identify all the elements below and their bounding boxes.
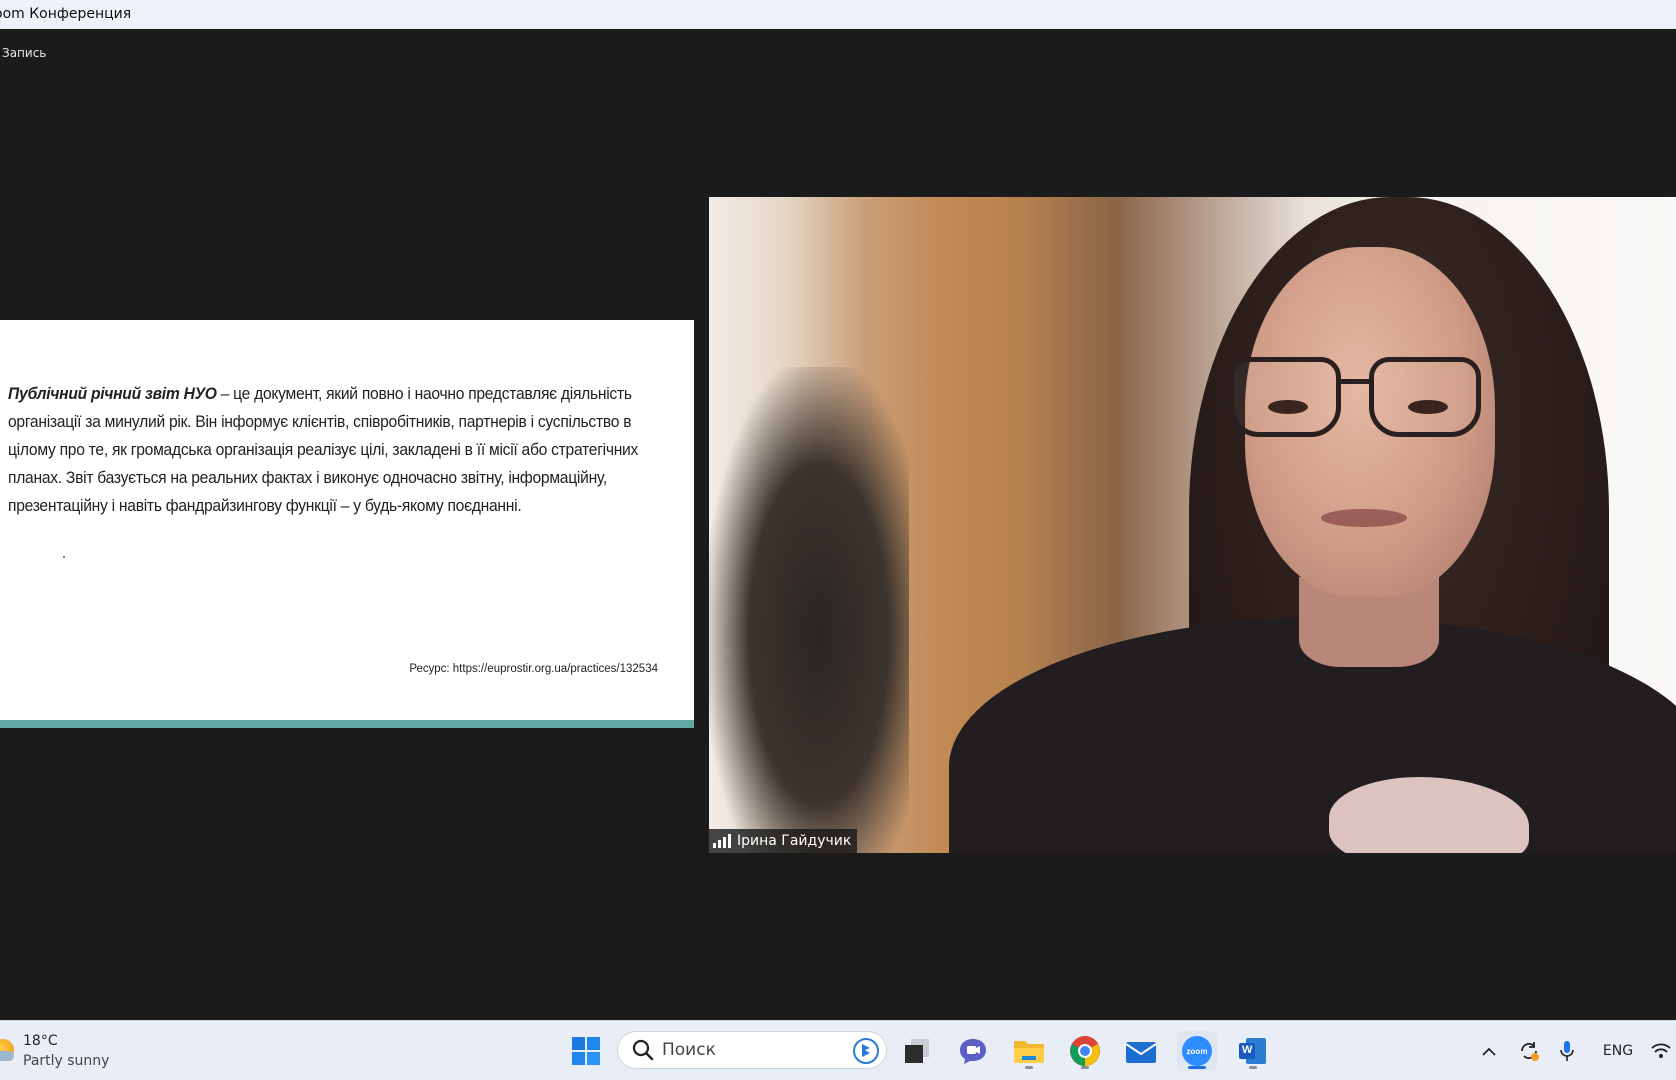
chat-icon xyxy=(960,1039,986,1064)
eye-right xyxy=(1408,400,1448,414)
glasses-lens-left xyxy=(1229,357,1341,437)
glasses-lens-right xyxy=(1369,357,1481,437)
show-hidden-icons-button[interactable] xyxy=(1474,1031,1504,1071)
video-person-glasses xyxy=(1229,357,1489,447)
participant-name-tag: Ірина Гайдучик xyxy=(709,829,858,853)
search-input[interactable] xyxy=(662,1040,842,1060)
microphone-icon xyxy=(1560,1041,1574,1061)
signal-strength-icon xyxy=(713,834,731,848)
chrome-icon xyxy=(1070,1036,1100,1066)
language-indicator[interactable]: ENG xyxy=(1593,1031,1643,1071)
wifi-icon xyxy=(1651,1043,1671,1058)
meeting-area: Запись Публічний річний звіт НУО – це до… xyxy=(0,29,1676,1020)
zoom-icon-label: zoom xyxy=(1186,1046,1208,1056)
slide-source: Ресурс: https://euprostir.org.ua/practic… xyxy=(409,663,658,675)
weather-temp: 18°C xyxy=(23,1033,58,1049)
chevron-up-icon xyxy=(1482,1047,1496,1056)
window-title: oom Конференция xyxy=(0,6,132,22)
weather-desc: Partly sunny xyxy=(23,1053,110,1069)
slide-text: Публічний річний звіт НУО – це документ,… xyxy=(8,380,669,520)
task-view-button[interactable] xyxy=(897,1031,937,1071)
video-person-mouth xyxy=(1321,509,1407,527)
folder-icon xyxy=(1014,1041,1044,1063)
microphone-button[interactable] xyxy=(1553,1031,1581,1071)
sync-status-button[interactable] xyxy=(1512,1031,1546,1071)
search-icon xyxy=(632,1039,654,1061)
start-button[interactable] xyxy=(566,1031,606,1071)
shared-slide: Публічний річний звіт НУО – це документ,… xyxy=(0,320,694,728)
language-label: ENG xyxy=(1602,1043,1634,1059)
glasses-bridge xyxy=(1337,379,1373,384)
mail-button[interactable] xyxy=(1121,1031,1161,1071)
slide-dot xyxy=(63,556,65,558)
weather-cloud-icon xyxy=(0,1051,14,1061)
video-background-shadow xyxy=(709,367,909,853)
word-button[interactable]: W xyxy=(1233,1031,1273,1071)
running-indicator xyxy=(1025,1066,1033,1069)
recording-label: Запись xyxy=(2,46,47,60)
taskbar: 18°C Partly sunny Поиск zoom W ENG xyxy=(0,1020,1676,1080)
mail-icon xyxy=(1125,1042,1157,1063)
taskbar-search[interactable] xyxy=(617,1031,887,1069)
word-icon-label: W xyxy=(1242,1044,1253,1056)
participant-video[interactable] xyxy=(709,197,1676,853)
slide-term: Публічний річний звіт НУО xyxy=(8,384,217,403)
participant-name: Ірина Гайдучик xyxy=(737,833,852,849)
bing-chat-icon[interactable] xyxy=(852,1037,880,1065)
chat-button[interactable] xyxy=(953,1031,993,1071)
file-explorer-button[interactable] xyxy=(1009,1031,1049,1071)
active-indicator xyxy=(1188,1066,1206,1069)
sync-icon xyxy=(1521,1042,1539,1061)
wifi-button[interactable] xyxy=(1648,1031,1674,1071)
windows-logo-icon xyxy=(572,1037,600,1065)
running-indicator xyxy=(1249,1066,1257,1069)
zoom-window: oom Конференция Запись Публічний річний … xyxy=(0,0,1676,1080)
eye-left xyxy=(1268,400,1308,414)
chrome-button[interactable] xyxy=(1065,1031,1105,1071)
task-view-icon xyxy=(905,1039,929,1063)
running-indicator xyxy=(1081,1066,1089,1069)
zoom-button[interactable]: zoom xyxy=(1177,1031,1217,1071)
title-bar[interactable]: oom Конференция xyxy=(0,0,1676,29)
slide-definition: – це документ, який повно і наочно предс… xyxy=(8,384,639,515)
